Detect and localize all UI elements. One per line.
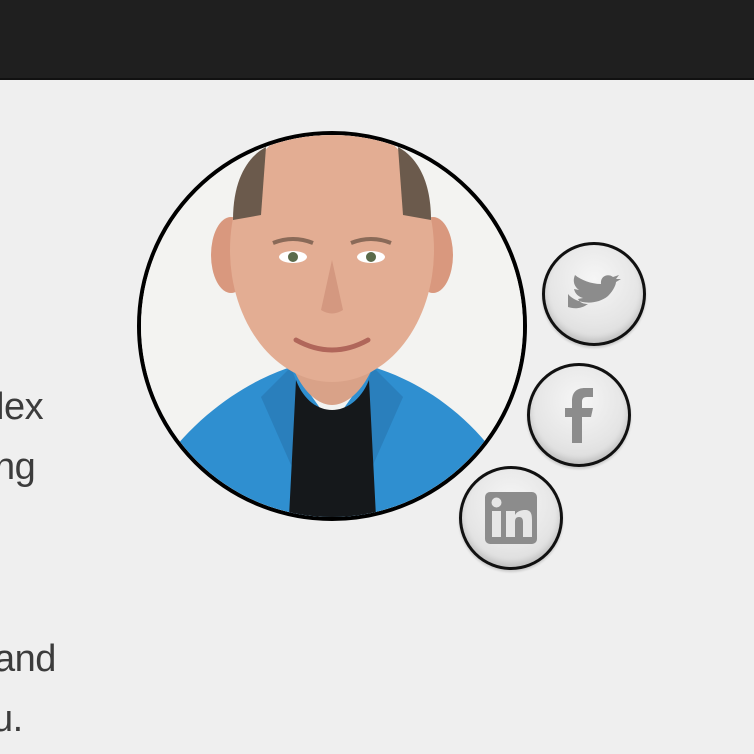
intro-text-line: and bbox=[0, 638, 56, 680]
intro-text-line: lex bbox=[0, 386, 44, 428]
twitter-button[interactable] bbox=[542, 242, 646, 346]
page: lex ng and u. bbox=[0, 0, 754, 754]
facebook-button[interactable] bbox=[527, 363, 631, 467]
top-navigation-bar bbox=[0, 0, 754, 80]
linkedin-icon bbox=[485, 492, 537, 544]
intro-text-line: u. bbox=[0, 698, 23, 740]
intro-text-line: ng bbox=[0, 446, 36, 488]
twitter-icon bbox=[568, 275, 621, 309]
portrait-image bbox=[141, 135, 523, 517]
linkedin-button[interactable] bbox=[459, 466, 563, 570]
facebook-icon bbox=[565, 388, 593, 443]
profile-photo bbox=[137, 131, 527, 521]
